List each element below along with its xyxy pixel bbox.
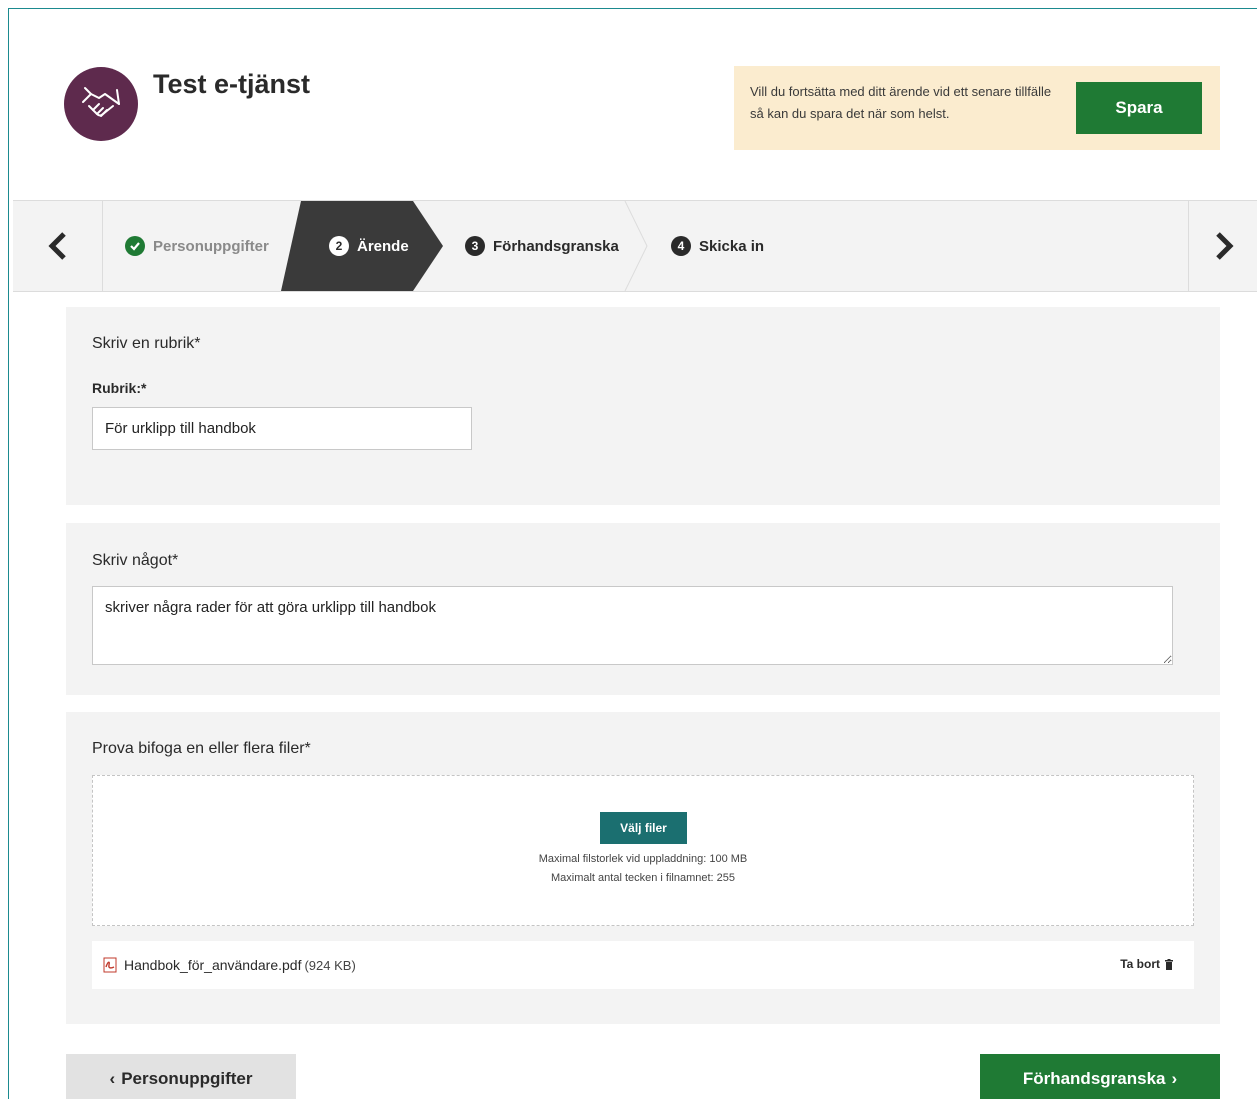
- chevron-left-icon: ‹: [109, 1069, 116, 1088]
- step-number: 3: [465, 236, 485, 256]
- step-personuppgifter[interactable]: Personuppgifter: [125, 201, 269, 291]
- step-label: Skicka in: [699, 237, 765, 255]
- step-separator: [624, 201, 648, 291]
- step-forhandsgranska[interactable]: 3 Förhandsgranska: [465, 201, 619, 291]
- back-button-label: Personuppgifter: [121, 1069, 253, 1088]
- back-button[interactable]: ‹ Personuppgifter: [66, 1054, 296, 1099]
- rubrik-input[interactable]: [92, 407, 472, 450]
- section-rubrik: Skriv en rubrik* Rubrik:*: [66, 307, 1220, 505]
- save-banner-text: Vill du fortsätta med ditt ärende vid et…: [750, 84, 1052, 121]
- handshake-icon: [64, 67, 138, 141]
- step-label: Personuppgifter: [153, 237, 269, 255]
- page-title: Test e-tjänst: [153, 69, 311, 99]
- progress-stepper: Personuppgifter 2 Ärende 3 Förhandsgrans…: [13, 200, 1257, 292]
- remove-file-button[interactable]: Ta bort: [1120, 957, 1174, 971]
- step-skicka-in[interactable]: 4 Skicka in: [671, 201, 764, 291]
- file-size: (924 KB): [304, 957, 356, 973]
- section-heading: Skriv något*: [92, 552, 179, 569]
- attached-file-row: Handbok_för_användare.pdf (924 KB) Ta bo…: [92, 941, 1194, 989]
- section-heading: Prova bifoga en eller flera filer*: [92, 740, 311, 757]
- step-number: 2: [329, 236, 349, 256]
- file-dropzone[interactable]: Välj filer Maximal filstorlek vid upplad…: [92, 775, 1194, 926]
- remove-label: Ta bort: [1120, 957, 1160, 971]
- choose-files-button[interactable]: Välj filer: [600, 812, 687, 844]
- page-frame: Test e-tjänst Vill du fortsätta med ditt…: [8, 8, 1257, 1099]
- check-circle-icon: [125, 236, 145, 256]
- chevron-right-icon[interactable]: [1188, 201, 1257, 291]
- file-name[interactable]: Handbok_för_användare.pdf: [124, 957, 301, 973]
- next-button[interactable]: Förhandsgranska ›: [980, 1054, 1220, 1099]
- step-arende[interactable]: 2 Ärende: [329, 201, 409, 291]
- step-label: Förhandsgranska: [493, 237, 619, 255]
- field-label: Rubrik:*: [92, 380, 147, 396]
- step-label: Ärende: [357, 237, 409, 255]
- section-heading: Skriv en rubrik*: [92, 335, 201, 352]
- save-button[interactable]: Spara: [1076, 82, 1202, 134]
- section-files: Prova bifoga en eller flera filer* Välj …: [66, 712, 1220, 1024]
- chevron-left-icon[interactable]: [13, 201, 103, 291]
- section-text: Skriv något* skriver några rader för att…: [66, 523, 1220, 695]
- max-chars-text: Maximalt antal tecken i filnamnet: 255: [550, 872, 736, 884]
- next-button-label: Förhandsgranska: [1022, 1069, 1166, 1088]
- description-textarea[interactable]: skriver några rader för att göra urklipp…: [92, 586, 1173, 665]
- pdf-file-icon: [102, 957, 118, 973]
- step-number: 4: [671, 236, 691, 256]
- chevron-right-icon: ›: [1171, 1069, 1178, 1088]
- max-size-text: Maximal filstorlek vid uppladdning: 100 …: [538, 853, 748, 865]
- trash-icon: [1164, 958, 1174, 970]
- save-banner: Vill du fortsätta med ditt ärende vid et…: [734, 66, 1220, 150]
